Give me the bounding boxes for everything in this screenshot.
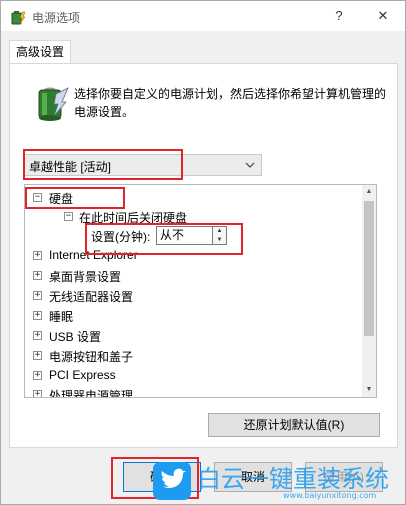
tree-item-label: USB 设置: [49, 330, 102, 344]
power-options-icon: [11, 11, 26, 25]
title-bar: 电源选项 ? ✕: [1, 1, 405, 31]
setting-label: 设置(分钟):: [91, 230, 151, 244]
scroll-up-icon[interactable]: ▲: [362, 185, 376, 199]
tree-item-label: 处理器电源管理: [49, 389, 134, 398]
tree-item-label: 睡眠: [49, 310, 74, 324]
settings-tree[interactable]: − 硬盘 − 在此时间后关闭硬盘 设置(分钟): 从不 ▲ ▼ + Intern…: [24, 184, 377, 398]
expand-icon[interactable]: +: [33, 291, 42, 300]
spin-buttons[interactable]: ▲ ▼: [213, 226, 227, 245]
expand-icon[interactable]: +: [33, 371, 42, 380]
tree-item-setting: 设置(分钟): 从不 ▲ ▼: [25, 226, 245, 246]
help-button[interactable]: ?: [317, 1, 361, 31]
settings-panel: 选择你要自定义的电源计划，然后选择你希望计算机管理的电源设置。 卓越性能 [活动…: [9, 63, 398, 448]
apply-button[interactable]: 应用(A): [305, 462, 383, 492]
tree-item-label: 电源按钮和盖子: [49, 350, 134, 364]
tree-scrollbar[interactable]: ▲ ▼: [362, 185, 376, 397]
expand-icon[interactable]: +: [33, 390, 42, 397]
spin-down-icon[interactable]: ▼: [213, 236, 226, 245]
restore-defaults-button[interactable]: 还原计划默认值(R): [208, 413, 380, 437]
collapse-icon[interactable]: −: [64, 212, 73, 221]
description-text: 选择你要自定义的电源计划，然后选择你希望计算机管理的电源设置。: [74, 87, 387, 119]
expand-icon[interactable]: +: [33, 311, 42, 320]
power-options-dialog: 电源选项 ? ✕ 高级设置 选择你要自定义的电源计划，然后选择你希望计算机管理的…: [0, 0, 406, 505]
ok-button[interactable]: 确定: [123, 462, 201, 492]
expand-icon[interactable]: +: [33, 351, 42, 360]
chevron-down-icon: [245, 162, 255, 168]
cancel-button[interactable]: 取消: [214, 462, 292, 492]
close-button[interactable]: ✕: [361, 1, 405, 31]
expand-icon[interactable]: +: [33, 251, 42, 260]
tree-item-label: PCI Express: [49, 368, 116, 382]
tree-item-label: 硬盘: [49, 192, 74, 206]
expand-icon[interactable]: +: [33, 271, 42, 280]
scroll-down-icon[interactable]: ▼: [362, 383, 376, 397]
svg-text:www.baiyunxitong.com: www.baiyunxitong.com: [283, 491, 376, 500]
watermark-url: www.baiyunxitong.com: [283, 491, 376, 500]
window-title: 电源选项: [32, 11, 81, 25]
scroll-thumb[interactable]: [364, 201, 374, 336]
tree-item-label: 在此时间后关闭硬盘: [79, 211, 188, 225]
power-plan-select[interactable]: 卓越性能 [活动]: [24, 154, 262, 176]
spin-up-icon[interactable]: ▲: [213, 227, 226, 236]
expand-icon[interactable]: +: [33, 331, 42, 340]
tree-item-label: Internet Explorer: [49, 248, 138, 262]
setting-minutes-input[interactable]: 从不: [156, 226, 213, 245]
collapse-icon[interactable]: −: [33, 193, 42, 202]
tab-advanced-settings[interactable]: 高级设置: [9, 40, 71, 64]
power-plan-value: 卓越性能 [活动]: [29, 160, 112, 174]
tree-item-label: 桌面背景设置: [49, 270, 122, 284]
battery-icon: [38, 87, 69, 121]
tree-item-label: 无线适配器设置: [49, 290, 134, 304]
